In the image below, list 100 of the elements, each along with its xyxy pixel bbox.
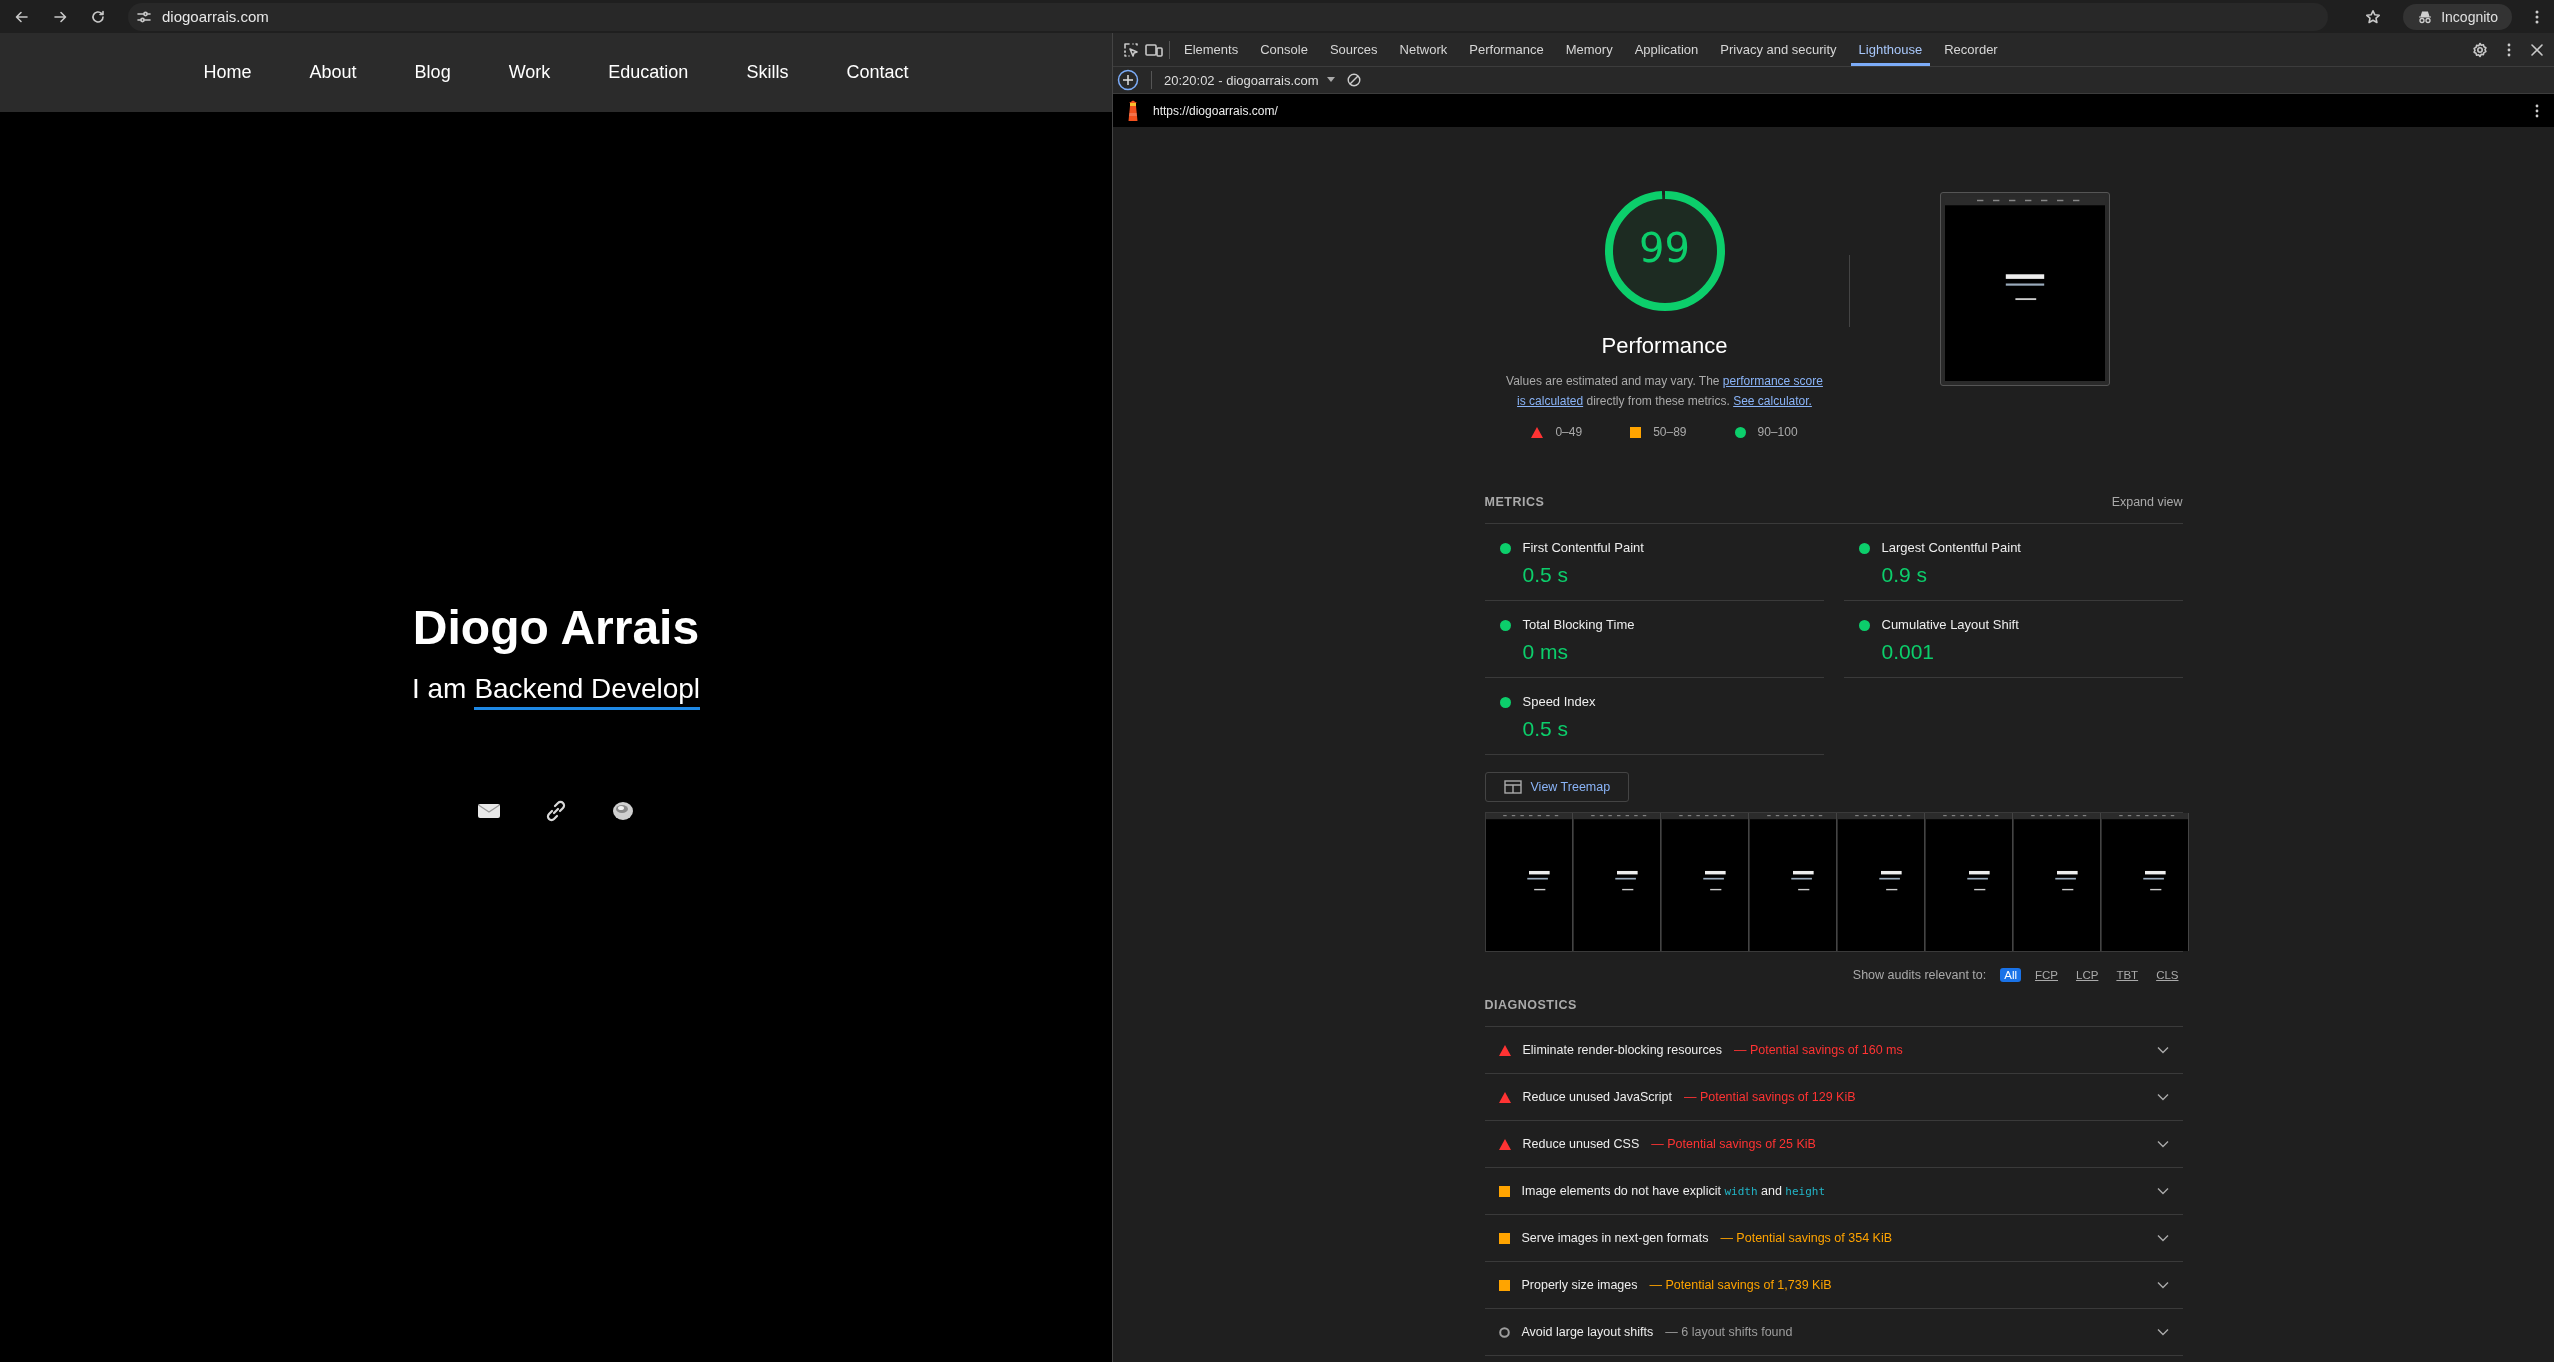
nav-link[interactable]: Blog [385, 62, 480, 83]
audit-row[interactable]: Eliminate render-blocking resources — Potential savings of 160 ms [1484, 1027, 2183, 1074]
incognito-icon [2417, 8, 2434, 25]
expand-view-link[interactable]: Expand view [2111, 495, 2183, 509]
view-treemap-button[interactable]: View Treemap [1484, 772, 1630, 802]
average-square-icon [1498, 1279, 1510, 1291]
devtools-tab[interactable]: Sources [1321, 33, 1386, 66]
audit-row[interactable]: Properly size images — Potential savings of 1,739 KiB [1484, 1262, 2183, 1309]
status-dot [1858, 543, 1870, 554]
section-heading: DIAGNOSTICS [1484, 998, 2183, 1027]
metric-title: First Contentful Paint [1522, 540, 1644, 555]
device-toolbar-icon[interactable] [1145, 41, 1163, 58]
report-dropdown[interactable]: 20:20:02 - diogoarrais.com [1164, 72, 1335, 88]
metric-value: 0.001 [1881, 640, 1936, 664]
audit-title: Image elements do not have explicit width and height [1521, 1184, 1826, 1198]
filter-chip[interactable]: All [2000, 968, 2021, 982]
metric-value: 0 ms [1522, 640, 1569, 664]
metric-value: 0.9 s [1881, 563, 1929, 587]
profile-button[interactable]: Incognito [2403, 3, 2512, 30]
audit-savings: — Potential savings of 129 KiB [1683, 1090, 1856, 1104]
nav-link[interactable]: About [280, 62, 386, 83]
score-value: 99 [1638, 225, 1691, 271]
link[interactable]: performance score [1722, 374, 1823, 388]
devtools-tab[interactable]: Network [1391, 33, 1456, 66]
url-text: diogoarrais.com [162, 8, 269, 25]
metric-value: 0.5 s [1522, 717, 1570, 741]
nav-link[interactable]: Skills [717, 62, 818, 83]
fail-triangle-icon [1498, 1091, 1511, 1103]
treemap-icon [1503, 780, 1522, 794]
dot-icon [1734, 426, 1746, 438]
section-heading: METRICS [1484, 495, 1545, 509]
metric-title: Largest Contentful Paint [1881, 540, 2021, 555]
legend-label: 50–89 [1653, 425, 1687, 439]
devtools-tab[interactable]: Elements [1176, 33, 1247, 66]
chevron-icon [2156, 1187, 2169, 1195]
status-dot [1499, 697, 1511, 708]
new-report-icon[interactable] [1117, 69, 1139, 91]
nav-link[interactable]: Home [174, 62, 281, 83]
audit-title: Avoid large layout shifts [1521, 1325, 1654, 1339]
reload-icon[interactable] [90, 8, 106, 25]
link[interactable]: is calculated [1517, 394, 1584, 408]
metric-title: Total Blocking Time [1522, 617, 1635, 632]
typed-text: Backend Developl [474, 673, 701, 710]
filter-chip[interactable]: TBT [2112, 968, 2143, 982]
audit-row[interactable]: Reduce unused CSS — Potential savings of 25 KiB [1484, 1121, 2183, 1168]
more-icon[interactable] [2534, 8, 2540, 25]
hero-title: Diogo Arrais [412, 600, 700, 655]
envelope-icon[interactable] [477, 802, 501, 820]
disc-icon[interactable] [611, 800, 635, 822]
nav-link[interactable]: Contact [817, 62, 938, 83]
address-bar[interactable]: diogoarrais.com [128, 2, 2328, 31]
devtools-tab[interactable]: Privacy and security [1712, 33, 1845, 66]
info-circle-icon [1498, 1326, 1510, 1338]
metric-title: Cumulative Layout Shift [1881, 617, 2019, 632]
inspect-icon[interactable] [1123, 41, 1139, 58]
audit-savings: — Potential savings of 354 KiB [1720, 1231, 1892, 1245]
devtools-tab[interactable]: Application [1626, 33, 1707, 66]
audit-title: Serve images in next-gen formats [1521, 1231, 1709, 1245]
audit-title: Reduce unused CSS [1522, 1137, 1640, 1151]
audit-row[interactable]: Avoid large layout shifts — 6 layout shifts found [1484, 1309, 2183, 1356]
bookmark-star-icon[interactable] [2365, 8, 2382, 25]
report-url[interactable]: https://diogoarrais.com/ [1153, 103, 1278, 118]
audit-title: Eliminate render-blocking resources [1522, 1043, 1722, 1057]
audit-row[interactable]: Reduce unused JavaScript — Potential savings of 129 KiB [1484, 1074, 2183, 1121]
nav-link[interactable]: Work [479, 62, 580, 83]
average-square-icon [1498, 1185, 1510, 1197]
more-icon[interactable] [2534, 102, 2540, 119]
average-square-icon [1498, 1232, 1510, 1244]
audit-savings: — Potential savings of 1,739 KiB [1649, 1278, 1832, 1292]
fail-triangle-icon [1498, 1044, 1511, 1056]
audit-savings: — 6 layout shifts found [1665, 1325, 1793, 1339]
devtools-tab[interactable]: Memory [1557, 33, 1621, 66]
audit-row[interactable]: Serve images in next-gen formats — Potential savings of 354 KiB [1484, 1215, 2183, 1262]
chevron-icon [2156, 1234, 2169, 1242]
link[interactable]: See calculator. [1733, 394, 1812, 408]
filter-chip[interactable]: FCP [2031, 968, 2062, 982]
score-description: Values are estimated and may vary. The performance score is calculated directly from these metrics. See calculator. [1505, 373, 1824, 410]
subtitle-text: I am [411, 673, 467, 706]
category-title: Performance [1601, 333, 1728, 359]
metric-value: 0.5 s [1522, 563, 1570, 587]
chevron-icon [2156, 1093, 2169, 1101]
chevron-icon [2156, 1046, 2169, 1054]
settings-icon[interactable] [2472, 41, 2488, 58]
audit-savings: — Potential savings of 25 KiB [1651, 1137, 1816, 1151]
legend-label: 90–100 [1757, 425, 1798, 439]
status-dot [1499, 543, 1511, 554]
legend-label: 0–49 [1555, 425, 1583, 439]
filter-label: Show audits relevant to: [1852, 968, 1987, 982]
clear-icon[interactable] [1346, 73, 1361, 87]
devtools-tab[interactable]: Performance [1461, 33, 1552, 66]
chevron-icon [2156, 1140, 2169, 1148]
close-icon[interactable] [2530, 42, 2544, 57]
nav-link[interactable]: Education [579, 62, 718, 83]
filter-chip[interactable]: CLS [2152, 968, 2183, 982]
filter-chip[interactable]: LCP [2072, 968, 2103, 982]
audit-title: Properly size images [1521, 1278, 1638, 1292]
devtools-tab[interactable]: Recorder [1936, 33, 2006, 66]
devtools-tab[interactable]: Console [1252, 33, 1316, 66]
audit-row[interactable]: Image elements do not have explicit width and height [1484, 1168, 2183, 1215]
more-icon[interactable] [2506, 41, 2512, 58]
